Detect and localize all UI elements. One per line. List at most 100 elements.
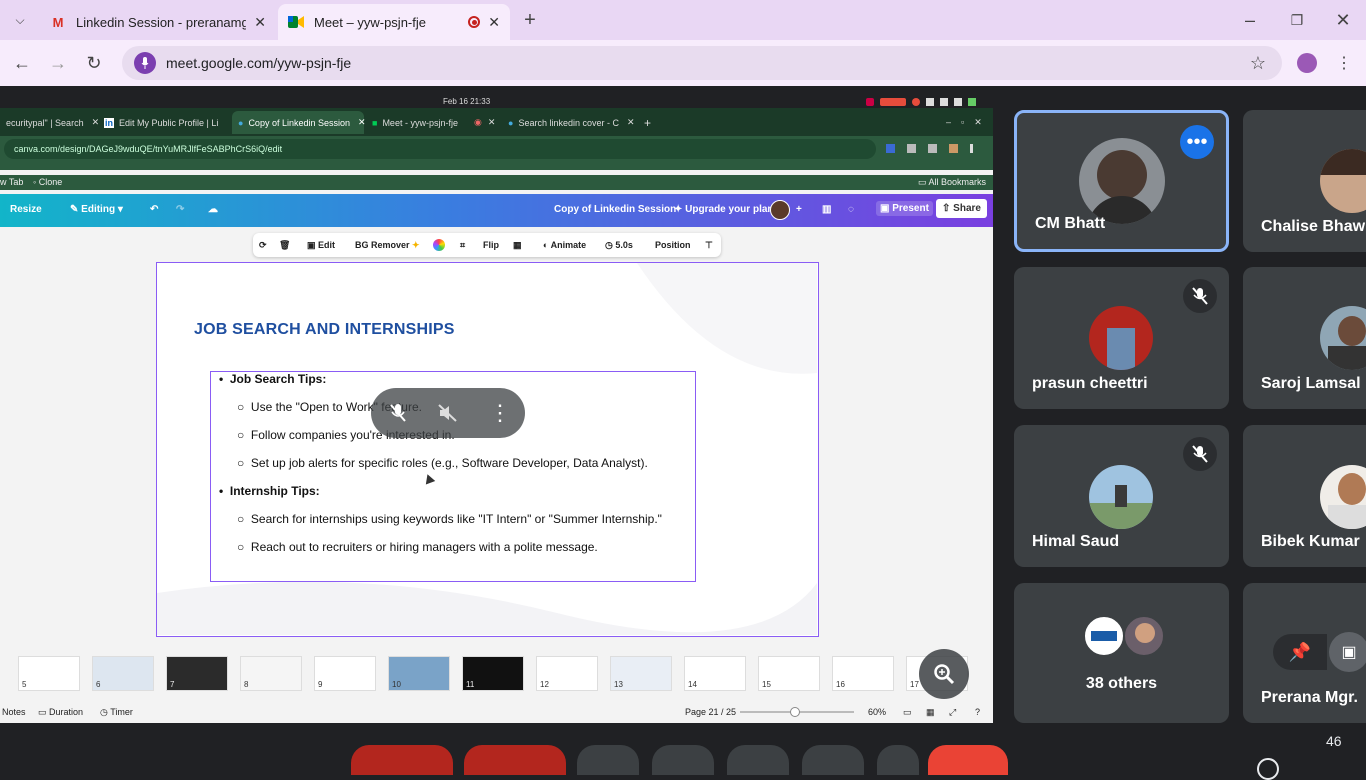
present-now-button[interactable]	[727, 745, 789, 775]
slide-thumbnail[interactable]: 9	[314, 656, 376, 691]
flip-button[interactable]: Flip	[483, 240, 499, 250]
notes-button[interactable]: Notes	[2, 707, 26, 717]
grid-view-icon[interactable]: ▭	[903, 707, 912, 718]
page-indicator[interactable]: Page 21 / 25	[685, 707, 736, 717]
editing-dropdown[interactable]: ✎ Editing ▾	[70, 204, 123, 215]
mic-off-icon[interactable]	[385, 400, 411, 426]
participant-tile[interactable]: Bibek Kumar	[1243, 425, 1366, 567]
mic-toggle-button[interactable]	[351, 745, 453, 775]
help-icon[interactable]: ?	[975, 707, 980, 717]
new-tab-icon[interactable]: +	[518, 8, 542, 32]
slide-thumbnail[interactable]: 5	[18, 656, 80, 691]
collaborator-avatar	[770, 200, 790, 220]
bg-remover-button[interactable]: BG Remover ✦	[355, 240, 420, 251]
redo-icon[interactable]: ↷	[176, 204, 184, 215]
slide-thumbnail[interactable]: 15	[758, 656, 820, 691]
crop-icon[interactable]: ⌗	[460, 240, 465, 251]
zoom-slider-thumb[interactable]	[790, 707, 801, 717]
pin-icon[interactable]: 📌	[1273, 634, 1327, 670]
zoom-level[interactable]: 60%	[868, 707, 886, 717]
more-options-icon[interactable]: •••	[1180, 125, 1214, 159]
thumbnail-number: 10	[392, 680, 401, 689]
comment-icon[interactable]: ◌	[848, 204, 854, 215]
close-tab-icon[interactable]: ✕	[254, 14, 266, 31]
clone-bookmark[interactable]: ◦ Clone	[33, 177, 62, 187]
all-bookmarks[interactable]: ▭ All Bookmarks	[918, 177, 986, 188]
undo-icon[interactable]: ↶	[150, 204, 158, 215]
emoji-button[interactable]	[652, 745, 714, 775]
restore-icon[interactable]: ❐	[1285, 8, 1309, 32]
more-options-icon[interactable]: ⋮	[487, 400, 513, 426]
participant-tile[interactable]: ••• CM Bhatt	[1014, 110, 1229, 252]
address-bar[interactable]: meet.google.com/yyw-psjn-fje	[122, 46, 1282, 80]
doc-title[interactable]: Copy of Linkedin Session	[554, 204, 676, 215]
fullscreen-icon[interactable]: ⤢	[949, 707, 956, 718]
tab-meet[interactable]: Meet – yyw-psjn-fje ✕	[278, 4, 510, 40]
slide-thumbnail[interactable]: 6	[92, 656, 154, 691]
animate-button[interactable]: ◐ Animate	[543, 240, 586, 250]
slide-thumbnail[interactable]: 16	[832, 656, 894, 691]
camera-toggle-button[interactable]	[464, 745, 566, 775]
add-effects-icon[interactable]: ▣	[1329, 632, 1366, 672]
inner-tab[interactable]: ecuritypal" | Search ✕	[0, 111, 99, 134]
edit-button[interactable]: ▣ Edit	[307, 240, 335, 251]
profile-avatar[interactable]	[1297, 53, 1317, 73]
participant-tile[interactable]: prasun cheettri	[1014, 267, 1229, 409]
browser-menu-icon[interactable]: ⋮	[1334, 52, 1354, 74]
resize-button[interactable]: Resize	[10, 204, 42, 215]
slide-thumbnail[interactable]: 12	[536, 656, 598, 691]
share-button[interactable]: ⇧ Share	[936, 199, 987, 218]
inner-tab[interactable]: ● Search linkedin cover - C ✕	[502, 111, 635, 134]
participant-tile[interactable]: Chalise Bhaw	[1243, 110, 1366, 252]
duration-button[interactable]: ◷ 5.0s	[605, 240, 633, 251]
captions-button[interactable]	[577, 745, 639, 775]
self-view-tile[interactable]: 📌 ▣ Prerana Mgr.	[1243, 583, 1366, 723]
zoom-slider[interactable]	[740, 707, 854, 717]
avatar	[1083, 615, 1125, 657]
close-tab-icon[interactable]: ✕	[488, 14, 500, 31]
position-button[interactable]: Position	[655, 240, 691, 250]
rotate-icon[interactable]: ⟳	[259, 240, 267, 251]
slide-thumbnail[interactable]: 11	[462, 656, 524, 691]
present-button[interactable]: ▣ Present	[876, 201, 933, 216]
inner-tab[interactable]: ■ Meet - yyw-psjn-fje ◉ ✕	[366, 111, 496, 134]
thumbnail-view-icon[interactable]: ▦	[926, 707, 935, 718]
timer-button[interactable]: ◷ Timer	[100, 707, 133, 718]
others-tile[interactable]: 38 others	[1014, 583, 1229, 723]
zoom-magnifier-icon[interactable]	[919, 649, 969, 699]
tab-search-icon[interactable]: ⌵	[8, 10, 32, 30]
transparency-icon[interactable]: ▦	[513, 240, 522, 251]
participant-count-badge[interactable]: 46	[1326, 733, 1342, 749]
minimize-icon[interactable]: –	[1238, 8, 1262, 32]
inner-new-tab-icon[interactable]: +	[638, 111, 658, 134]
slide-thumbnail[interactable]: 14	[684, 656, 746, 691]
slide-canvas[interactable]: JOB SEARCH AND INTERNSHIPS • Job Search …	[156, 262, 819, 637]
slide-thumbnail[interactable]: 10	[388, 656, 450, 691]
speaker-off-icon[interactable]	[435, 400, 461, 426]
slide-thumbnail[interactable]: 13	[610, 656, 672, 691]
color-wheel-icon[interactable]	[433, 239, 445, 251]
reload-icon[interactable]: ↻	[82, 51, 106, 75]
slide-thumbnail[interactable]: 7	[166, 656, 228, 691]
forward-icon[interactable]: →	[46, 51, 70, 75]
back-icon[interactable]: ←	[10, 51, 34, 75]
bookmark-star-icon[interactable]: ☆	[1246, 52, 1270, 74]
inner-address-bar[interactable]: canva.com/design/DAGeJ9wduQE/tnYuMRJlfFe…	[4, 139, 876, 159]
inner-tab[interactable]: in Edit My Public Profile | Li	[98, 111, 228, 134]
upgrade-button[interactable]: ✦ Upgrade your plan	[674, 204, 774, 215]
duration-toggle[interactable]: ▭ Duration	[38, 707, 83, 718]
more-options-button[interactable]	[877, 745, 919, 775]
slide-thumbnail[interactable]: 8	[240, 656, 302, 691]
participant-tile[interactable]: Saroj Lamsal	[1243, 267, 1366, 409]
leave-call-button[interactable]	[928, 745, 1008, 775]
participant-tile[interactable]: Himal Saud	[1014, 425, 1229, 567]
raise-hand-button[interactable]	[802, 745, 864, 775]
inner-tab-active[interactable]: ● Copy of Linkedin Session ✕	[232, 111, 366, 134]
style-paint-icon[interactable]: ⊤	[705, 240, 713, 251]
info-icon[interactable]	[1257, 758, 1279, 780]
close-window-icon[interactable]: ✕	[1331, 8, 1355, 32]
tab-gmail[interactable]: M Linkedin Session - preranamgr2 ✕	[40, 4, 276, 40]
insights-icon[interactable]: ▥	[822, 204, 831, 215]
add-collaborator-icon[interactable]: +	[796, 204, 802, 215]
delete-icon[interactable]: 🗑	[279, 240, 290, 251]
